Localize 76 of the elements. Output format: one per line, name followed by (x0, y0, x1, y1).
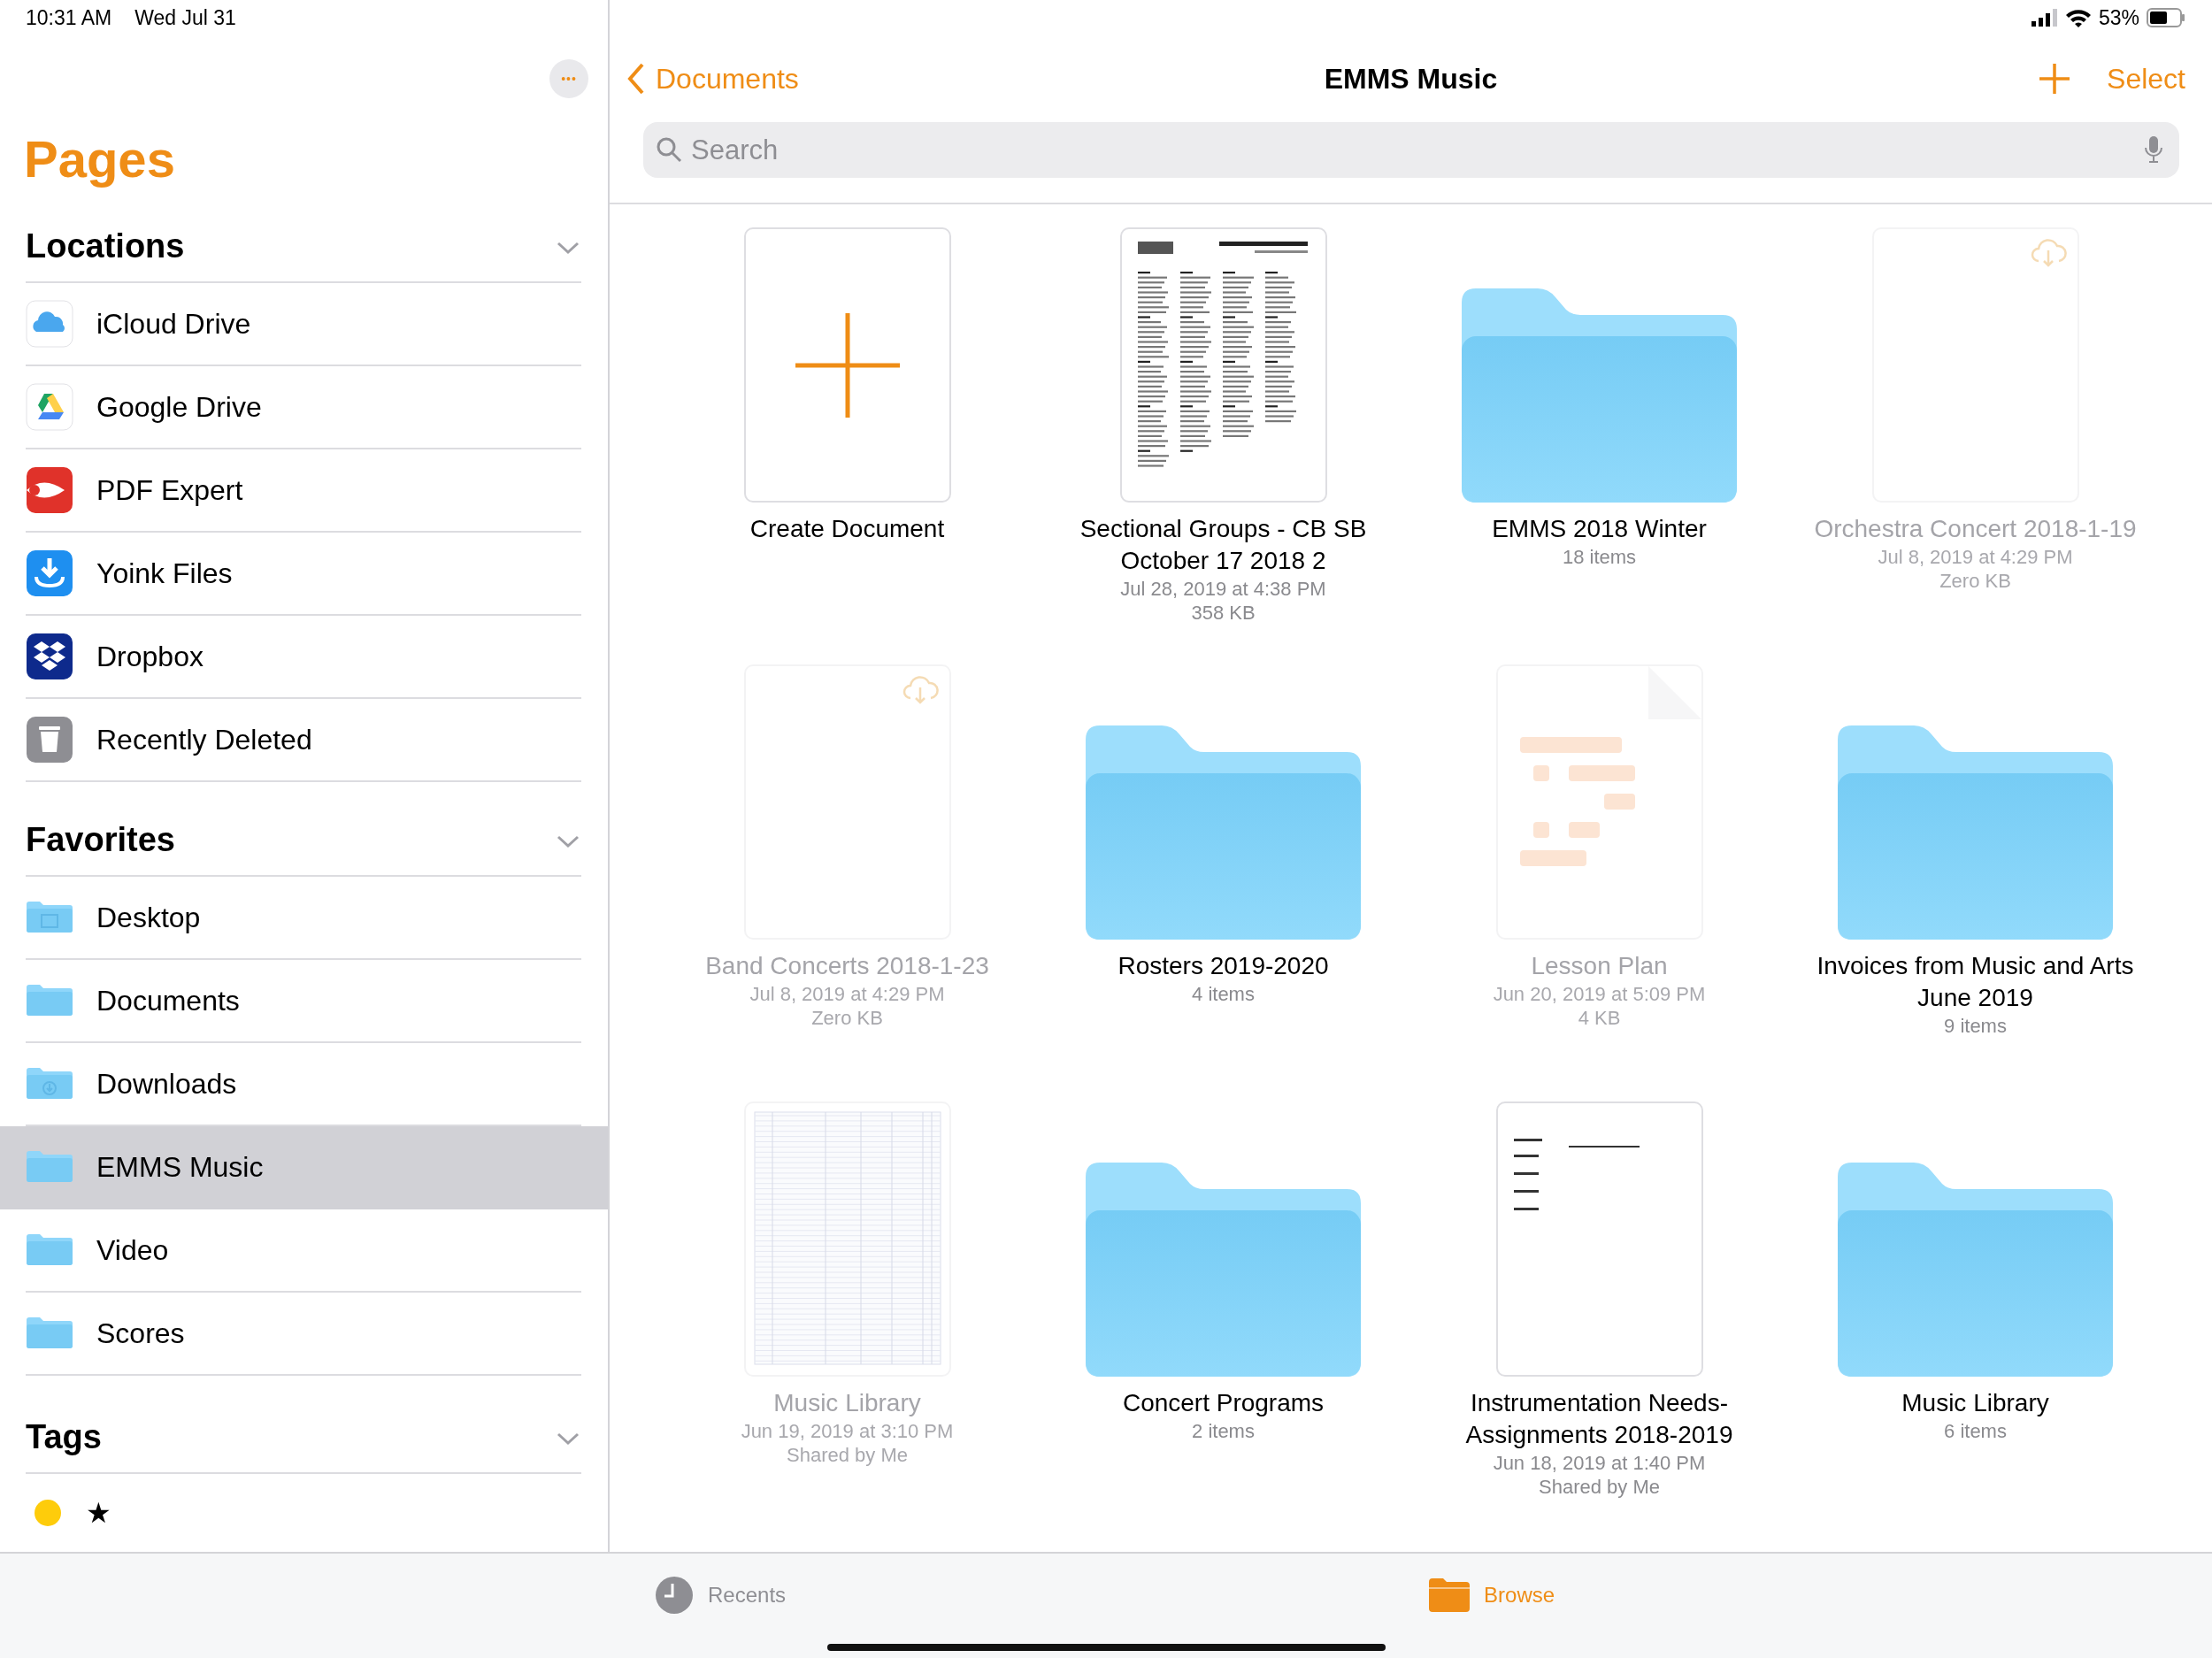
file-detail: Zero KB (811, 1006, 883, 1030)
section-title: Locations (26, 226, 185, 265)
sidebar-item[interactable]: EMMS Music (0, 1126, 608, 1209)
sidebar-item[interactable]: PDF Expert (0, 449, 608, 533)
status-date: Wed Jul 31 (134, 5, 236, 30)
sidebar-item[interactable]: iCloud Drive (0, 283, 608, 366)
file-name: Lesson Plan (1531, 951, 1668, 981)
tag-dot[interactable] (35, 1500, 61, 1526)
section-title: Favorites (26, 820, 175, 859)
document-thumbnail[interactable] (1495, 1101, 1703, 1377)
folder-title: EMMS Music (1324, 62, 1498, 96)
folder-icon[interactable] (1086, 725, 1361, 940)
folder-icon (1429, 1578, 1471, 1612)
file-detail: Zero KB (1939, 569, 2011, 593)
file-detail: Jun 19, 2019 at 3:10 PM (741, 1419, 954, 1443)
chevron-left-icon (627, 63, 645, 95)
sidebar-item[interactable]: Documents (0, 960, 608, 1043)
cloud-download-icon[interactable] (2029, 238, 2067, 268)
add-button[interactable] (2038, 62, 2072, 96)
file-detail: Jun 18, 2019 at 1:40 PM (1493, 1451, 1706, 1475)
file-name: Create Document (749, 514, 945, 544)
file-detail: Jul 8, 2019 at 4:29 PM (1878, 545, 2073, 569)
plus-icon (795, 312, 900, 418)
file-name: Rosters 2019-2020 (1118, 951, 1329, 981)
file-name: Instrumentation Needs-Assignments 2018-2019 (1464, 1388, 1734, 1450)
sidebar-item[interactable]: Google Drive (0, 366, 608, 449)
sidebar-item[interactable]: Recently Deleted (0, 699, 608, 782)
triangle-logo-icon (26, 383, 73, 431)
file-name: Sectional Groups - CB SB October 17 2018 2 (1079, 514, 1368, 576)
folder-icon[interactable] (1462, 288, 1737, 503)
file-detail: 358 KB (1191, 601, 1256, 625)
file-detail: 2 items (1192, 1419, 1255, 1443)
microphone-icon[interactable] (2144, 135, 2163, 164)
sidebar-item[interactable]: Desktop (0, 877, 608, 960)
signal-icon (2031, 9, 2058, 27)
wifi-icon (2064, 8, 2092, 27)
file-detail: 9 items (1944, 1014, 2007, 1038)
sidebar-item[interactable]: Dropbox (0, 616, 608, 699)
file-detail: Jun 20, 2019 at 5:09 PM (1493, 982, 1706, 1006)
file-name: Concert Programs (1122, 1388, 1325, 1418)
file-name: Invoices from Music and Arts June 2019 (1816, 951, 2135, 1013)
search-field[interactable]: Search (643, 122, 2179, 178)
section-title: Tags (26, 1417, 102, 1456)
app-title: Pages (23, 129, 176, 189)
sidebar-item[interactable]: Video (0, 1209, 608, 1293)
sidebar-item[interactable]: Yoink Files (0, 533, 608, 616)
file-name: Band Concerts 2018-1-23 (705, 951, 989, 981)
battery-icon (2147, 8, 2185, 27)
clock-icon (655, 1576, 694, 1615)
box-logo-icon (26, 633, 73, 680)
folder-icon[interactable] (1086, 1163, 1361, 1377)
file-detail: Shared by Me (787, 1443, 908, 1467)
file-detail: 18 items (1562, 545, 1637, 569)
file-detail: 4 items (1192, 982, 1255, 1006)
cloud-icon (26, 300, 73, 348)
tag-symbol[interactable]: ★ (86, 1496, 111, 1530)
file-name: Orchestra Concert 2018-1-19 (1814, 514, 2137, 544)
file-detail: Shared by Me (1539, 1475, 1660, 1499)
battery-percent: 53% (2098, 5, 2139, 30)
file-detail: Jul 28, 2019 at 4:38 PM (1120, 577, 1326, 601)
file-detail: 4 KB (1578, 1006, 1621, 1030)
file-name: Music Library (773, 1388, 921, 1418)
folder-icon[interactable] (1838, 1163, 2113, 1377)
trash-icon (26, 716, 73, 764)
download-tray-icon (26, 549, 73, 597)
file-detail: Jul 8, 2019 at 4:29 PM (749, 982, 945, 1006)
cloud-download-icon[interactable] (901, 675, 939, 705)
search-icon (656, 136, 682, 163)
create-document-button[interactable] (743, 227, 951, 503)
status-time: 10:31 AM (26, 5, 112, 30)
eye-icon (26, 466, 73, 514)
folder-icon[interactable] (1838, 725, 2113, 940)
file-name: EMMS 2018 Winter (1492, 514, 1707, 544)
sidebar-item[interactable]: Scores (0, 1293, 608, 1376)
file-detail: 6 items (1944, 1419, 2007, 1443)
file-name: Music Library (1901, 1388, 2049, 1418)
